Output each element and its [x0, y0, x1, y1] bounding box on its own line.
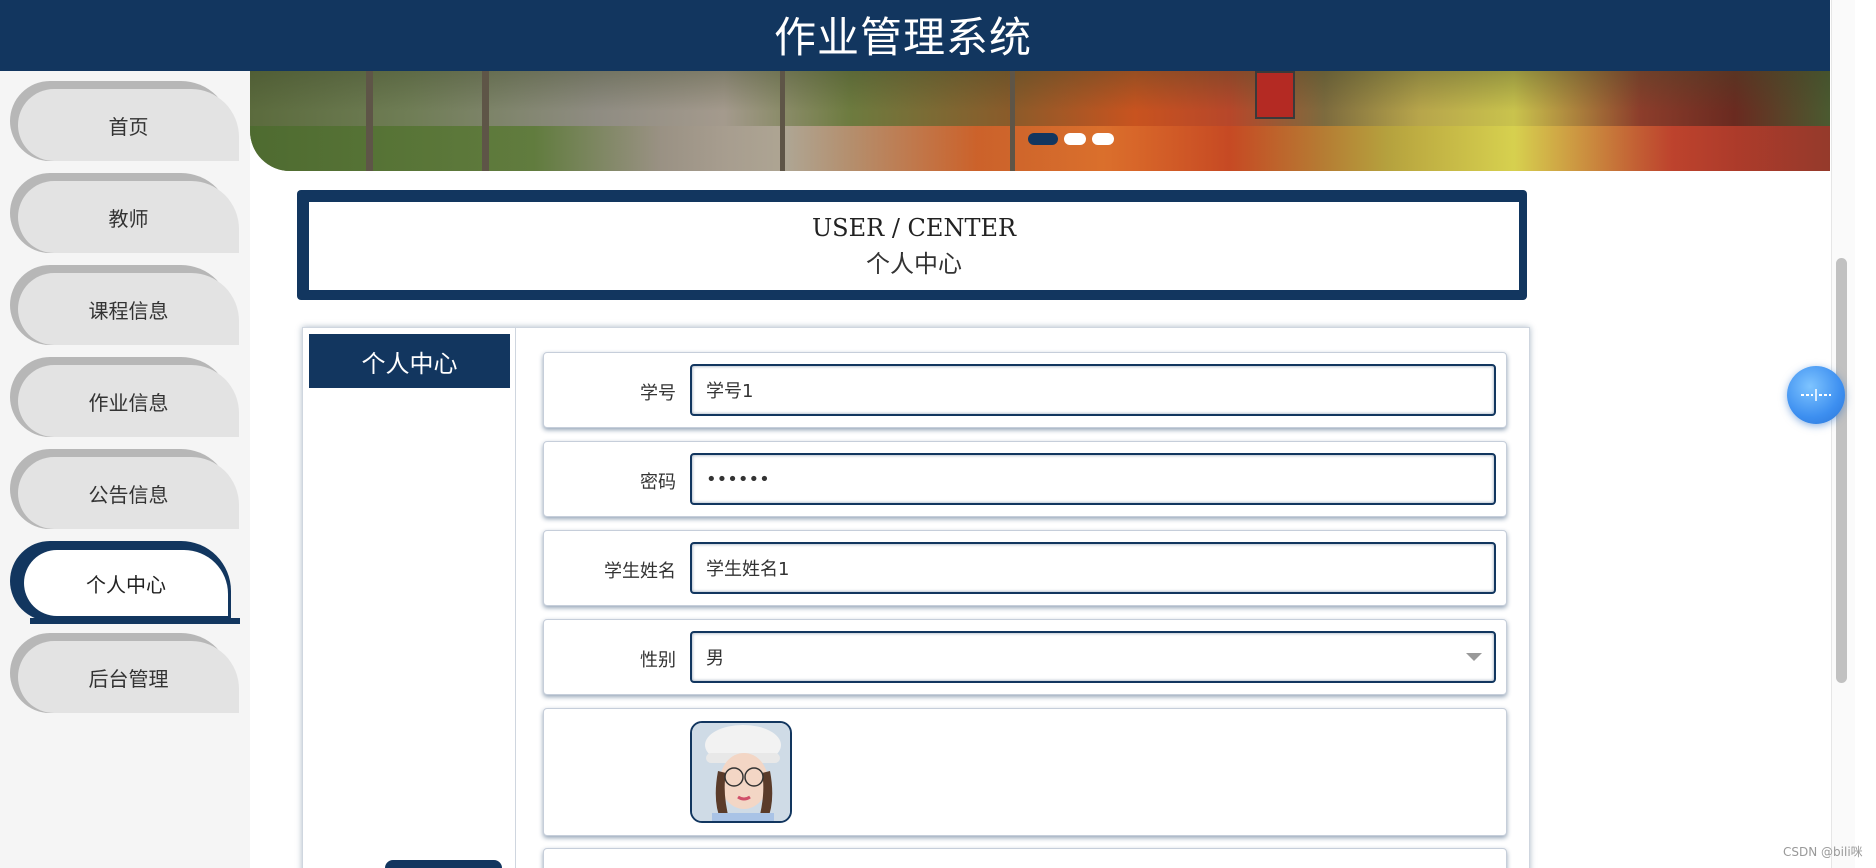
section-title-inner: USER / CENTER 个人中心	[309, 202, 1519, 290]
form-row-password: 密码 ••••••	[543, 441, 1507, 517]
carousel-indicators	[1028, 133, 1114, 145]
tree-trunk	[482, 71, 489, 171]
sidebar-item-label: 首页	[18, 89, 239, 161]
section-title-english: USER / CENTER	[811, 213, 1017, 242]
student-id-input[interactable]: 学号1	[690, 364, 1496, 416]
password-input[interactable]: ••••••	[690, 453, 1496, 505]
dash-lines-icon	[1801, 389, 1831, 401]
form-row-actions	[543, 848, 1507, 868]
sidebar-item-announcements[interactable]: 公告信息	[10, 449, 239, 529]
sidebar-item-label: 公告信息	[18, 457, 239, 529]
student-name-label: 学生姓名	[604, 561, 676, 582]
gender-select[interactable]: 男	[690, 631, 1496, 683]
banner-carousel[interactable]	[250, 71, 1830, 171]
top-header: 作业管理系统	[0, 0, 1830, 71]
form-row-student-id: 学号 学号1	[543, 352, 1507, 428]
avatar-icon	[692, 723, 790, 821]
tree-trunk	[1010, 71, 1015, 171]
submit-button[interactable]	[385, 860, 502, 868]
customer-service-icon[interactable]	[1787, 366, 1845, 424]
form-row-avatar	[543, 708, 1507, 836]
section-title-chinese: 个人中心	[866, 249, 962, 278]
sidebar-item-home[interactable]: 首页	[10, 81, 239, 161]
sidebar-item-course-info[interactable]: 课程信息	[10, 265, 239, 345]
watermark-text: CSDN @bili咪	[1783, 845, 1863, 859]
student-name-input[interactable]: 学生姓名1	[690, 542, 1496, 594]
tree-trunk	[366, 71, 373, 171]
tab-personal-center[interactable]: 个人中心	[309, 334, 510, 388]
carousel-dot-1[interactable]	[1028, 133, 1058, 145]
tree-trunk	[780, 71, 785, 171]
gender-selected-value: 男	[706, 648, 724, 669]
site-title: 作业管理系统	[773, 13, 1032, 62]
sidebar-item-label: 作业信息	[18, 365, 239, 437]
chevron-down-icon	[1466, 653, 1482, 661]
sidebar-nav: 首页 教师 课程信息 作业信息 公告信息 个人中心 后台管理	[0, 71, 250, 868]
sidebar-item-label: 后台管理	[18, 641, 239, 713]
form-row-student-name: 学生姓名 学生姓名1	[543, 530, 1507, 606]
sidebar-item-personal-center[interactable]: 个人中心	[10, 541, 240, 624]
avatar-upload[interactable]	[690, 721, 792, 823]
student-id-label: 学号	[640, 383, 676, 404]
sidebar-item-label: 教师	[18, 181, 239, 253]
password-label: 密码	[640, 472, 676, 493]
sidebar-item-homework-info[interactable]: 作业信息	[10, 357, 239, 437]
panel-divider	[515, 328, 516, 868]
trash-bin-image	[1255, 71, 1295, 119]
form-row-gender: 性别 男	[543, 619, 1507, 695]
sidebar-item-teacher[interactable]: 教师	[10, 173, 239, 253]
sidebar-item-label: 个人中心	[24, 550, 228, 616]
sidebar-item-label: 课程信息	[18, 273, 239, 345]
section-title-card: USER / CENTER 个人中心	[297, 190, 1527, 300]
gender-label: 性别	[640, 650, 676, 671]
page-root: 作业管理系统 首页 教师 课程信息 作业信息 公告信息 个人中心 后台管理 US…	[0, 0, 1876, 868]
profile-panel: 个人中心 学号 学号1 密码 •••••• 学生姓名 学生姓名1 性别 男	[302, 327, 1530, 868]
carousel-dot-3[interactable]	[1092, 133, 1114, 145]
carousel-dot-2[interactable]	[1064, 133, 1086, 145]
sidebar-item-admin[interactable]: 后台管理	[10, 633, 239, 713]
scrollbar-thumb[interactable]	[1836, 258, 1847, 683]
